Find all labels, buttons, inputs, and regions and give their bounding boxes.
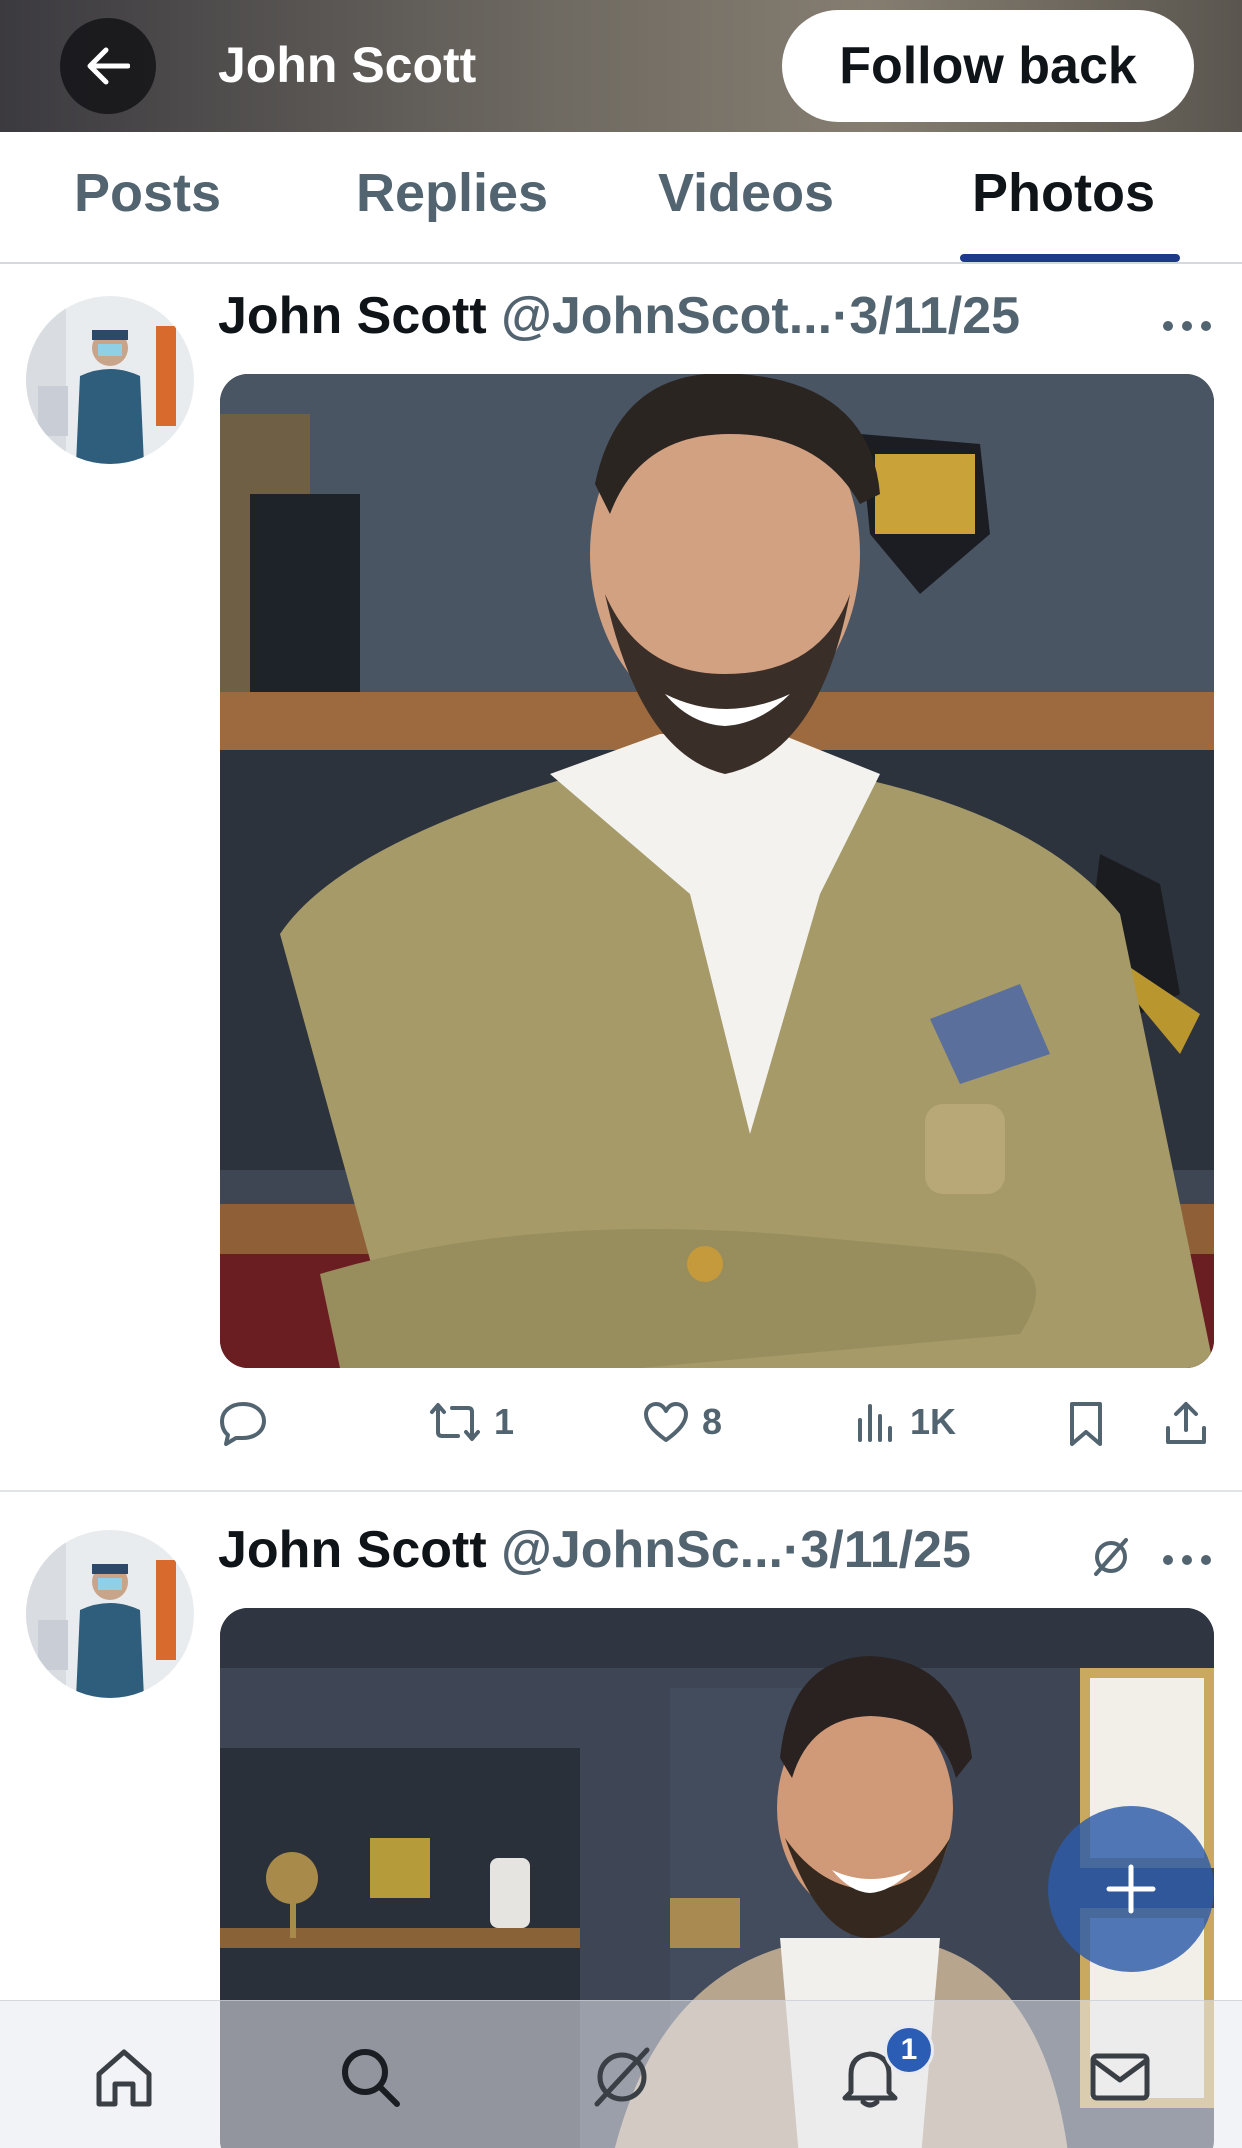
post-date[interactable]: 3/11/25 [800, 1521, 971, 1579]
arrow-left-icon [87, 47, 130, 85]
follow-back-button[interactable]: Follow back [782, 10, 1194, 122]
author-name[interactable]: John Scott [218, 287, 487, 345]
tab-photos[interactable]: Photos [972, 162, 1155, 224]
nav-messages[interactable] [1080, 2037, 1160, 2117]
header-title: John Scott [218, 37, 477, 93]
post-date[interactable]: 3/11/25 [849, 287, 1020, 345]
reply-button[interactable] [218, 1400, 268, 1446]
tab-videos[interactable]: Videos [658, 162, 834, 224]
bookmark-button[interactable] [1066, 1400, 1106, 1448]
profile-header: John Scott Follow back [0, 0, 1242, 132]
reply-icon [220, 1402, 266, 1446]
more-options-icon[interactable] [1160, 316, 1214, 336]
avatar[interactable] [26, 296, 194, 464]
nav-grok[interactable] [582, 2037, 662, 2117]
share-icon [1166, 1402, 1206, 1444]
separator-dot: · [783, 1521, 801, 1579]
avatar[interactable] [26, 1530, 194, 1698]
post-header: John Scott @JohnSc...·3/11/25 [218, 1520, 971, 1580]
views-button[interactable]: 1K [854, 1400, 956, 1444]
post-photo[interactable] [220, 374, 1214, 1368]
bookmark-icon [1070, 1402, 1102, 1446]
like-button[interactable]: 8 [642, 1400, 722, 1444]
search-icon [342, 2049, 400, 2107]
repost-icon [430, 1403, 480, 1441]
grok-icon[interactable] [1088, 1534, 1134, 1580]
nav-home[interactable] [84, 2037, 164, 2117]
like-count: 8 [702, 1401, 723, 1442]
post-item[interactable]: John Scott @JohnScot...·3/11/25 1 8 1K [0, 266, 1242, 1492]
post-actions: 1 8 1K [218, 1400, 1218, 1460]
post-divider [0, 1490, 1242, 1492]
tab-posts[interactable]: Posts [74, 162, 221, 224]
active-tab-indicator [960, 254, 1180, 262]
views-count: 1K [910, 1401, 957, 1442]
analytics-icon [858, 1404, 892, 1442]
compose-button[interactable] [1048, 1806, 1214, 1972]
author-handle[interactable]: @JohnSc... [501, 1521, 783, 1579]
grok-icon [594, 2047, 650, 2107]
author-handle[interactable]: @JohnScot... [501, 287, 832, 345]
tab-replies[interactable]: Replies [356, 162, 548, 224]
repost-button[interactable]: 1 [428, 1400, 514, 1444]
home-icon [96, 2049, 152, 2107]
heart-icon [644, 1402, 688, 1442]
back-button[interactable] [60, 18, 156, 114]
plus-icon [1106, 1864, 1156, 1914]
nav-search[interactable] [330, 2037, 410, 2117]
more-options-icon[interactable] [1160, 1550, 1214, 1570]
post-header: John Scott @JohnScot...·3/11/25 [218, 286, 1020, 346]
mail-icon [1090, 2053, 1150, 2101]
bottom-navigation: 1 [0, 2000, 1242, 2148]
author-name[interactable]: John Scott [218, 1521, 487, 1579]
separator-dot: · [832, 287, 850, 345]
notification-badge: 1 [884, 2025, 934, 2075]
share-button[interactable] [1164, 1400, 1208, 1448]
repost-count: 1 [494, 1401, 515, 1442]
profile-tabs: Posts Replies Videos Photos [0, 132, 1242, 264]
